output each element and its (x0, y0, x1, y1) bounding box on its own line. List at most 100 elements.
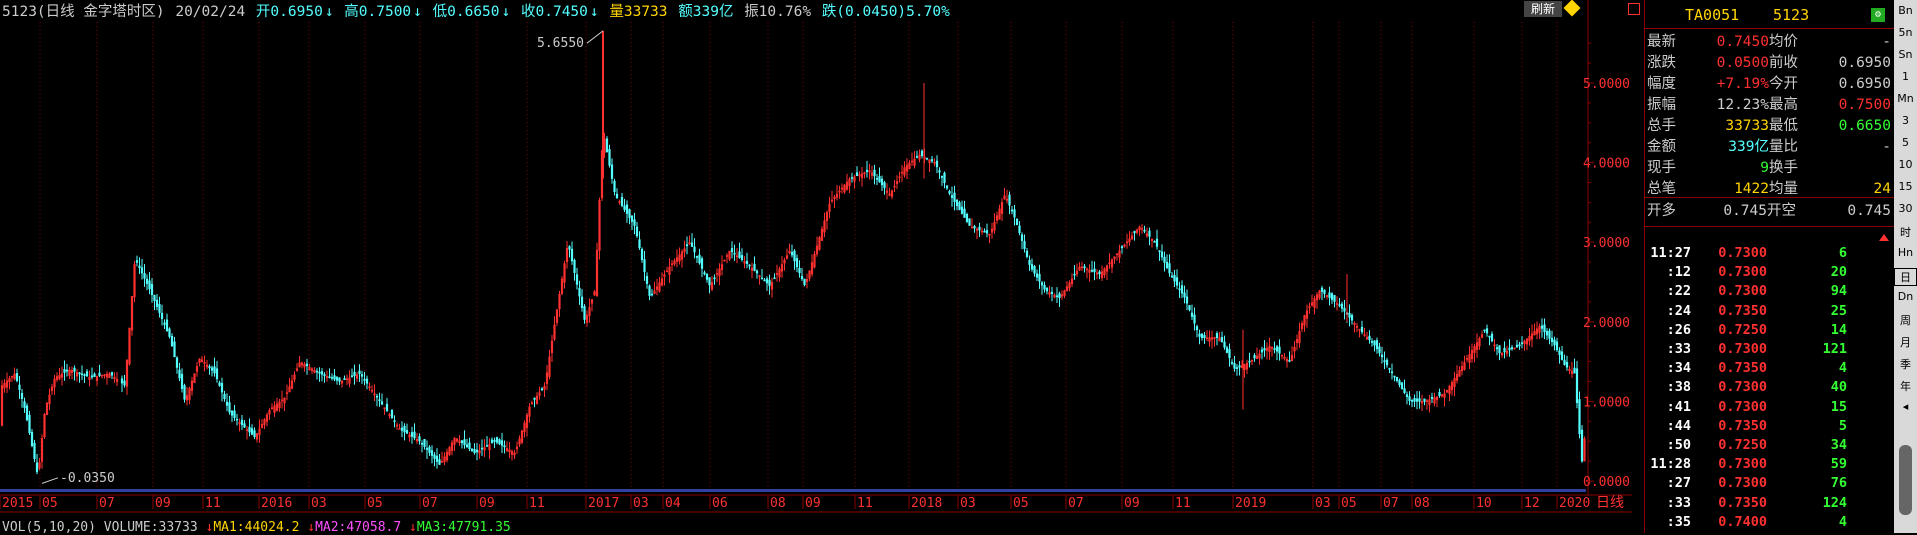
candle-body (793, 250, 796, 262)
quote-row: 幅度 +7.19% 今开 0.6950 (1645, 74, 1895, 94)
tick-row: :26 0.7250 14 (1645, 321, 1875, 340)
period-button[interactable]: Mn (1894, 92, 1917, 105)
period-button[interactable]: 月 (1894, 334, 1917, 350)
x-axis-label: 05 (1013, 496, 1029, 511)
period-button[interactable]: 15 (1894, 180, 1917, 193)
candle-body (1323, 289, 1326, 294)
candle-body (730, 248, 734, 253)
candle-body (1045, 287, 1049, 292)
candle-body (168, 328, 171, 337)
candle-body (323, 374, 326, 376)
tick-row: :24 0.7350 25 (1645, 302, 1875, 321)
period-button[interactable]: 季 (1894, 356, 1917, 372)
candle-body (1220, 337, 1224, 343)
refresh-button[interactable]: 刷新 (1524, 1, 1562, 17)
candle-body (23, 401, 26, 408)
tick-volume: 121 (1822, 341, 1847, 357)
period-button[interactable]: 3 (1894, 114, 1917, 127)
period-button[interactable]: 5 (1894, 136, 1917, 149)
quote-value: 0.6950 (1838, 55, 1891, 71)
candle-body (1393, 375, 1396, 378)
period-button[interactable]: 1 (1894, 70, 1917, 83)
candle-body (803, 278, 806, 286)
tick-price: 0.7250 (1718, 321, 1767, 338)
quote-value: 0.6650 (1838, 118, 1891, 134)
candle-body (175, 357, 179, 368)
x-axis-label: 10 (1476, 496, 1492, 511)
candle-body (615, 193, 619, 198)
scroll-up-icon[interactable] (1879, 234, 1889, 241)
candle-body (1395, 376, 1399, 382)
period-button[interactable]: Dn (1894, 290, 1917, 303)
candle-body (938, 170, 941, 173)
toolbar-scrollbar[interactable] (1899, 445, 1912, 515)
candle-body (143, 273, 146, 279)
quote-label: 均量 (1769, 181, 1798, 197)
candle-body (648, 285, 651, 296)
candle-body (233, 410, 236, 418)
period-button[interactable]: Bn (1894, 4, 1917, 17)
candle-body (420, 442, 424, 445)
period-button[interactable]: Sn (1894, 48, 1917, 61)
candle-body (753, 263, 756, 271)
period-button[interactable]: 日 (1894, 268, 1917, 286)
candle-body (1558, 350, 1561, 355)
candle-body (1028, 259, 1031, 265)
candle-body (1495, 347, 1499, 350)
candle-body (713, 277, 716, 280)
period-button[interactable]: 时 (1894, 224, 1917, 240)
collapse-icon[interactable]: ◂ (1894, 400, 1917, 413)
tick-price: 0.7400 (1718, 513, 1767, 530)
tick-price: 0.7350 (1718, 302, 1767, 319)
tick-volume: 15 (1830, 398, 1847, 415)
quote-row: 现手 9 换手 (1645, 158, 1895, 178)
kline-chart[interactable]: 2015 05 07 09 11 2016 03 05 07 09 11 2017 03 04 06 08 09… (0, 0, 1632, 533)
quote-value: 12.23% (1716, 97, 1769, 113)
tick-time: :33 (1666, 494, 1691, 511)
candle-body (733, 252, 736, 255)
tick-price: 0.7300 (1718, 475, 1767, 492)
candle-body (1348, 312, 1351, 318)
candle-body (630, 215, 634, 222)
maximize-icon[interactable] (1628, 3, 1640, 15)
candle-body (790, 251, 794, 256)
candle-body (215, 368, 219, 380)
candle-body (1083, 266, 1086, 269)
period-button[interactable]: 周 (1894, 312, 1917, 328)
candle-body (1133, 230, 1136, 234)
period-button[interactable]: Hn (1894, 246, 1917, 259)
candle-body (1030, 264, 1034, 270)
candle-body (403, 425, 406, 433)
tick-scrollbar[interactable] (1877, 232, 1893, 532)
candle-body (248, 426, 251, 433)
tick-price: 0.7350 (1718, 417, 1767, 434)
kline-chart-area[interactable]: 2015 05 07 09 11 2016 03 05 07 09 11 2017 03 04 06 08 09… (0, 0, 1640, 535)
period-button[interactable]: 5n (1894, 26, 1917, 39)
candle-body (1378, 346, 1381, 354)
candle-body (580, 296, 584, 309)
period-button[interactable]: 年 (1894, 378, 1917, 394)
panel-title: TA0051 5123 ⚙ (1645, 4, 1895, 26)
period-button[interactable]: 30 (1894, 202, 1917, 215)
candle-body (798, 267, 801, 274)
period-button[interactable]: 10 (1894, 158, 1917, 171)
x-axis-label: 07 (422, 496, 438, 511)
candle-body (605, 138, 609, 153)
candle-body (1153, 241, 1156, 243)
candle-body (1173, 275, 1176, 282)
settings-icon[interactable]: ⚙ (1871, 8, 1885, 22)
tick-time: :12 (1666, 264, 1691, 281)
candle-body (1188, 305, 1191, 311)
candle-body (1320, 287, 1324, 292)
tick-time: 11:27 (1650, 245, 1691, 261)
candle-body (80, 373, 84, 376)
arrow-down-icon: ↓ (589, 4, 599, 20)
header-date: 20/02/24 (175, 4, 246, 20)
candle-body (230, 410, 234, 416)
tick-list[interactable]: 11:27 0.7300 6:12 0.7300 20:22 0.7300 94:24 0.7… (1645, 244, 1877, 534)
x-axis-label: 09 (479, 496, 495, 511)
quote-row: 金额 339亿 量比 - (1645, 137, 1895, 157)
candle-body (380, 401, 384, 405)
x-axis-label: 05 (1341, 496, 1357, 511)
candle-body (968, 218, 971, 226)
